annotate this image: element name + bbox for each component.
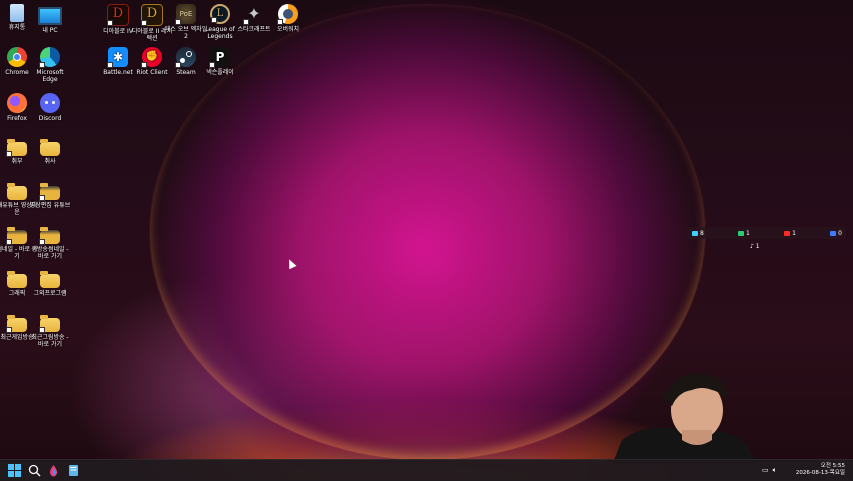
icon-label: 휴지통 — [8, 24, 26, 31]
starcraft-icon: ✦ — [243, 4, 264, 25]
desktop-icon-folder-4[interactable]: 영상편집 유튜브 — [28, 181, 72, 209]
folder-icon — [40, 139, 60, 156]
lol-icon: L — [210, 4, 230, 24]
desktop-icon-my-pc[interactable]: 내 PC — [28, 4, 72, 34]
diablo4-icon: D — [107, 4, 129, 26]
clock-time: 오전 5:55 — [820, 463, 845, 469]
riot-icon: ✊ — [141, 47, 162, 68]
icon-label: Battle.net — [103, 69, 133, 76]
afreeca-viewers: 1 — [738, 230, 750, 237]
icon-label: 취부 — [11, 158, 23, 165]
recycle-bin-icon — [10, 4, 24, 22]
icon-label: 넥슨플레이 — [206, 69, 234, 76]
desktop-icon-folder-2[interactable]: 취사 — [28, 137, 72, 165]
icon-label: 생방송썸네일 - 바로 가기 — [31, 246, 69, 260]
icon-label: Microsoft Edge — [36, 69, 64, 83]
display-icon[interactable]: ▭ — [762, 466, 769, 475]
desktop-icon-discord[interactable]: Discord — [28, 93, 72, 122]
chrome-icon — [7, 47, 27, 67]
folder-icon — [6, 315, 27, 333]
ink-drop-app-icon[interactable] — [47, 464, 60, 477]
desktop[interactable]: { "desktop_icons": [ {"label":"휴지통","ico… — [0, 0, 853, 481]
kick-icon — [830, 230, 837, 236]
mouse-cursor-icon — [285, 257, 297, 270]
edge-icon — [39, 47, 60, 68]
discord-icon — [40, 93, 60, 113]
overwatch-icon — [277, 4, 298, 25]
icon-label: 그외프로그램 — [33, 290, 67, 297]
search-icon[interactable] — [28, 464, 41, 477]
system-tray: ▭ 🔈︎ — [762, 466, 777, 475]
folder-icon — [39, 183, 60, 201]
icon-label: 디아블로 IV — [103, 28, 133, 35]
desktop-icon-folder-6[interactable]: 생방송썸네일 - 바로 가기 — [28, 225, 72, 260]
folder-icon — [40, 271, 60, 288]
viewer-count: 1 — [792, 229, 796, 237]
icon-label: Steam — [176, 69, 196, 76]
icon-label: Discord — [38, 115, 62, 122]
desktop-icon-folder-8[interactable]: 그외프로그램 — [28, 269, 72, 297]
icon-label: 그래픽 — [8, 290, 26, 297]
icon-label: League of Legends — [205, 26, 235, 40]
viewer-count: 1 — [746, 229, 750, 237]
youtube-viewers: 1 — [784, 230, 796, 237]
desktop-icon-nexon[interactable]: P 넥슨플레이 — [198, 47, 242, 76]
viewer-count: 1 — [755, 243, 760, 250]
youtube-icon — [784, 230, 791, 236]
diablo2-icon: D — [141, 4, 163, 26]
taskbar: ▭ 🔈︎ 오전 5:55 2026-08-13-목요일 — [0, 459, 853, 481]
folder-icon — [39, 227, 60, 245]
icon-label: Chrome — [5, 69, 29, 76]
notes-app-icon[interactable] — [67, 464, 80, 477]
afreeca-icon — [738, 230, 745, 236]
desktop-icon-edge[interactable]: Microsoft Edge — [28, 47, 72, 83]
windows-start-icon[interactable] — [8, 464, 21, 477]
icon-label: 내 PC — [42, 27, 58, 34]
battlenet-icon: ✱ — [107, 47, 128, 68]
viewer-count: 8 — [700, 229, 704, 237]
firefox-icon — [7, 93, 27, 113]
volume-icon[interactable]: 🔈︎ — [773, 466, 777, 475]
clock[interactable]: 오전 5:55 2026-08-13-목요일 — [796, 463, 845, 477]
icon-label: 최근그림방송 - 바로 가기 — [31, 334, 69, 348]
nexon-icon: P — [209, 47, 230, 68]
chzzk-viewers: 8 — [692, 230, 704, 237]
icon-label: Riot Client — [136, 69, 168, 76]
viewer-count: 0 — [838, 229, 842, 237]
desktop-icon-overwatch[interactable]: 오버워치 — [266, 4, 310, 33]
steam-icon — [175, 47, 196, 68]
icon-label: 오버워치 — [276, 26, 300, 33]
chzzk-icon — [692, 230, 698, 236]
poe2-icon: PoE — [175, 4, 196, 25]
kick-viewers: 0 — [830, 230, 842, 237]
folder-icon — [7, 183, 27, 200]
tiktok-icon: ♪ — [750, 243, 754, 250]
folder-icon — [7, 271, 27, 288]
webcam-streamer — [612, 373, 757, 465]
icon-label: 취사 — [44, 158, 56, 165]
desktop-icon-folder-10[interactable]: 최근그림방송 - 바로 가기 — [28, 313, 72, 348]
icon-label: 영상편집 유튜브 — [29, 202, 71, 209]
clock-date: 2026-08-13-목요일 — [795, 470, 845, 476]
tiktok-viewers: ♪ 1 — [750, 243, 760, 250]
pc-icon — [38, 7, 62, 25]
stream-viewer-overlay: 8 1 1 0 — [688, 227, 846, 239]
icon-label: Firefox — [7, 115, 27, 122]
folder-icon — [6, 227, 27, 245]
folder-icon — [6, 139, 27, 157]
folder-icon — [39, 315, 60, 333]
